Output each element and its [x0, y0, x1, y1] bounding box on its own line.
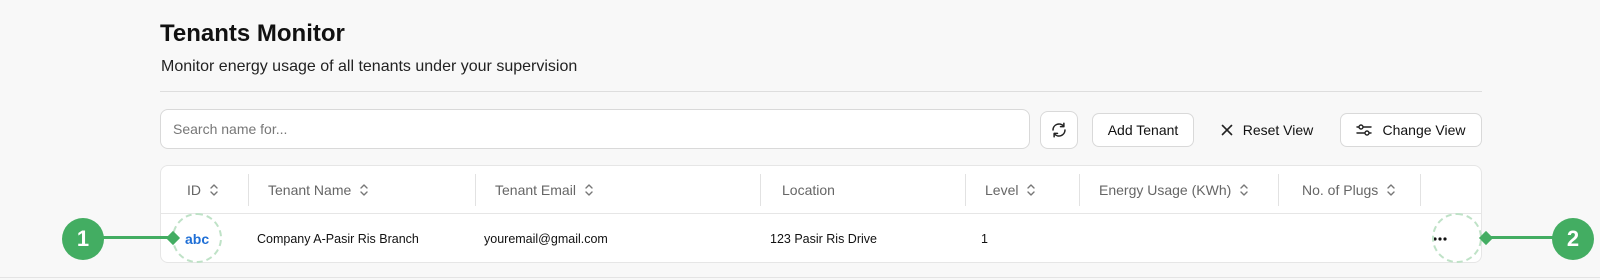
- column-separator: [965, 174, 966, 206]
- tenant-email-cell: youremail@gmail.com: [484, 231, 608, 246]
- column-separator: [1278, 174, 1279, 206]
- sliders-icon: [1356, 124, 1373, 136]
- column-separator: [1079, 174, 1080, 206]
- tenant-name-cell: Company A-Pasir Ris Branch: [257, 231, 419, 246]
- annotation-line-2: [1484, 236, 1558, 239]
- location-cell: 123 Pasir Ris Drive: [770, 231, 877, 246]
- column-label: ID: [187, 182, 201, 198]
- column-separator: [475, 174, 476, 206]
- annotation-badge-1: 1: [62, 218, 104, 260]
- column-label: No. of Plugs: [1302, 182, 1379, 198]
- column-label: Tenant Name: [268, 182, 352, 198]
- change-view-label: Change View: [1382, 122, 1466, 138]
- change-view-button[interactable]: Change View: [1340, 113, 1482, 147]
- refresh-icon: [1052, 122, 1066, 138]
- reset-view-button[interactable]: Reset View: [1208, 113, 1326, 147]
- annotation-badge-2: 2: [1552, 218, 1594, 260]
- refresh-button[interactable]: [1040, 111, 1078, 149]
- annotation-ring-2: [1432, 213, 1482, 263]
- column-separator: [760, 174, 761, 206]
- sort-icon: [585, 184, 593, 196]
- sort-icon: [210, 184, 218, 196]
- column-header-id[interactable]: ID: [187, 166, 219, 214]
- page-subtitle: Monitor energy usage of all tenants unde…: [161, 58, 578, 75]
- add-tenant-label: Add Tenant: [1107, 122, 1179, 138]
- tenants-table: ID Tenant Name Tenant Email Location Lev…: [160, 165, 1482, 263]
- search-input[interactable]: [160, 109, 1030, 149]
- reset-view-label: Reset View: [1242, 122, 1314, 138]
- column-label: Location: [782, 182, 835, 198]
- x-icon: [1221, 124, 1233, 136]
- sort-icon: [1387, 184, 1395, 196]
- level-cell: 1: [981, 231, 988, 246]
- column-separator: [1420, 174, 1421, 206]
- column-label: Energy Usage (KWh): [1099, 182, 1232, 198]
- header-divider: [160, 91, 1482, 92]
- bottom-divider: [0, 277, 1600, 278]
- sort-icon: [1240, 184, 1248, 196]
- column-label: Level: [985, 182, 1019, 198]
- table-header: ID Tenant Name Tenant Email Location Lev…: [161, 166, 1481, 214]
- column-header-no-of-plugs[interactable]: No. of Plugs: [1302, 166, 1396, 214]
- column-header-tenant-name[interactable]: Tenant Name: [268, 166, 369, 214]
- add-tenant-button[interactable]: Add Tenant: [1092, 113, 1194, 147]
- column-header-location: Location: [782, 166, 835, 214]
- column-separator: [248, 174, 249, 206]
- column-header-energy-usage[interactable]: Energy Usage (KWh): [1099, 166, 1249, 214]
- annotation-line-1: [100, 236, 172, 239]
- sort-icon: [1027, 184, 1036, 196]
- column-header-level[interactable]: Level: [985, 166, 1036, 214]
- page-title: Tenants Monitor: [160, 20, 345, 47]
- sort-icon: [360, 184, 368, 196]
- column-header-tenant-email[interactable]: Tenant Email: [495, 166, 594, 214]
- column-label: Tenant Email: [495, 182, 576, 198]
